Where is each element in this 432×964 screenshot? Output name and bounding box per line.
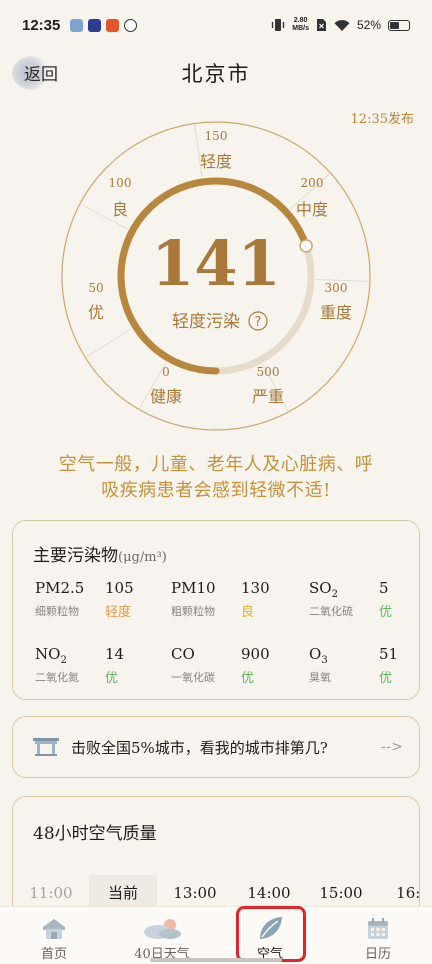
pollutant-name: PM10: [171, 579, 216, 597]
cloud-icon: [140, 915, 184, 941]
pollutant-item: PM2.5 105 细颗粒物 轻度: [35, 579, 155, 629]
dial-scale-value: 500: [257, 365, 280, 379]
dial-scale-label: 优: [88, 303, 104, 322]
status-app-icons: [70, 18, 138, 32]
pollutant-name: SO2: [309, 579, 338, 600]
pollutant-name: NO2: [35, 645, 67, 666]
calendar-icon: [366, 915, 390, 941]
status-bar: 12:35 2.80 MB/s 52%: [0, 0, 432, 50]
pollutant-item: CO 900 一氧化碳 优: [171, 645, 291, 695]
pavilion-icon: [33, 738, 59, 756]
page-title: 北京市: [181, 62, 251, 86]
aqi-value: 141: [151, 227, 280, 300]
pollutant-value: 105: [105, 579, 134, 597]
pollutant-desc: 一氧化碳: [171, 671, 215, 684]
pollutant-name: O3: [309, 645, 328, 666]
notification-app-icon: [106, 18, 120, 32]
pollutant-name: CO: [171, 645, 195, 663]
dial-spoke: [85, 328, 132, 359]
aqi-dial: 0 健康 50 优 100 良 150 轻度 200 中度 300 重度 500 严重 141 轻度污染 …: [0, 120, 432, 440]
bottom-tab-bar: 首页 40日天气 空气 日历: [0, 906, 432, 964]
pollutants-card: 主要污染物(μg/m³) PM2.5 105 细颗粒物 轻度 PM10 130 …: [12, 520, 420, 700]
dial-scale-value: 50: [88, 281, 103, 295]
pollutant-item: NO2 14 二氧化氮 优: [35, 645, 155, 695]
net-speed-value: 2.80: [293, 17, 308, 24]
dial-scale-label: 轻度: [200, 152, 232, 171]
dial-scale-value: 100: [109, 176, 132, 190]
notification-app-icon: [88, 18, 102, 32]
pollutants-title-text: 主要污染物: [33, 546, 118, 566]
no-sim-icon: [316, 19, 326, 31]
dial-scale-label: 健康: [150, 387, 182, 406]
notification-app-icon: [124, 18, 138, 32]
pollutant-desc: 二氧化硫: [309, 605, 353, 618]
leaf-icon: [256, 915, 284, 941]
pollutant-desc: 细颗粒物: [35, 605, 79, 618]
status-indicators: 2.80 MB/s 52%: [271, 17, 410, 33]
pollutant-level: 轻度: [105, 605, 132, 620]
pollutant-value: 5: [379, 579, 389, 597]
pollutant-name: PM2.5: [35, 579, 85, 597]
battery-icon: [388, 19, 410, 31]
tab-calendar[interactable]: 日历: [324, 907, 432, 964]
dial-progress-knob: [299, 239, 313, 253]
dial-scale-value: 0: [162, 365, 170, 379]
tab-label: 日历: [364, 947, 391, 962]
tab-air[interactable]: 空气: [216, 907, 324, 964]
header: 返回 北京市: [0, 52, 432, 96]
pollutant-value: 900: [241, 645, 270, 663]
health-advice-line: 空气一般，儿童、老年人及心脏病、呼: [58, 454, 374, 475]
city-rank-text: 击败全国5%城市，看我的城市排第几?: [71, 738, 328, 757]
tab-40day-weather[interactable]: 40日天气: [108, 907, 216, 964]
pollutant-desc: 臭氧: [309, 671, 331, 684]
notification-app-icon: [70, 18, 84, 32]
tab-home[interactable]: 首页: [0, 907, 108, 964]
pollutant-item: PM10 130 粗颗粒物 良: [171, 579, 291, 629]
status-time: 12:35: [22, 16, 61, 34]
pollutant-value: 130: [241, 579, 270, 597]
health-advice: 空气一般，儿童、老年人及心脏病、呼 吸疾病患者会感到轻微不适!: [30, 452, 402, 504]
net-speed: 2.80 MB/s: [292, 17, 309, 33]
home-icon: [41, 915, 67, 941]
dial-scale-value: 200: [301, 176, 324, 190]
pollutants-title: 主要污染物(μg/m³): [33, 541, 167, 566]
dial-scale-value: 300: [325, 281, 348, 295]
aqi-dial-graphic: 0健康50优100良150轻度200中度300重度500严重 141 轻度污染 …: [61, 121, 371, 431]
city-rank-banner[interactable]: 击败全国5%城市，看我的城市排第几? - - >: [12, 716, 420, 778]
dial-scale-label: 中度: [296, 200, 328, 219]
wifi-icon: [334, 19, 350, 31]
home-indicator[interactable]: [150, 958, 282, 962]
dial-scale-label: 良: [112, 200, 128, 219]
battery-percent: 52%: [356, 18, 381, 32]
health-advice-line: 吸疾病患者会感到轻微不适!: [101, 480, 331, 501]
net-speed-unit: MB/s: [292, 25, 309, 32]
pollutant-item: SO2 5 二氧化硫 优: [309, 579, 429, 629]
tab-label: 首页: [40, 947, 67, 962]
forecast-48h-title: 48小时空气质量: [33, 824, 157, 844]
arrow-right-icon: - - >: [380, 739, 403, 755]
pollutant-level: 优: [379, 605, 393, 620]
dial-scale-label: 严重: [252, 387, 284, 406]
dial-scale-label: 重度: [320, 303, 352, 322]
pollutant-item: O3 51 臭氧 优: [309, 645, 429, 695]
pollutant-level: 良: [241, 605, 255, 620]
help-glyph: ?: [255, 315, 262, 330]
pollutant-level: 优: [379, 671, 393, 686]
pollutant-desc: 粗颗粒物: [171, 605, 215, 618]
pollutant-desc: 二氧化氮: [35, 671, 79, 684]
pollutants-unit: (μg/m³): [118, 550, 167, 565]
pollutant-level: 优: [105, 671, 119, 686]
pollutant-level: 优: [241, 671, 255, 686]
pollutant-value: 14: [105, 645, 125, 663]
pollutant-value: 51: [379, 645, 399, 663]
vibrate-icon: [272, 19, 285, 31]
aqi-level-label: 轻度污染: [172, 312, 240, 332]
dial-scale-value: 150: [205, 129, 228, 143]
aqi-help-icon[interactable]: ?: [248, 311, 268, 331]
